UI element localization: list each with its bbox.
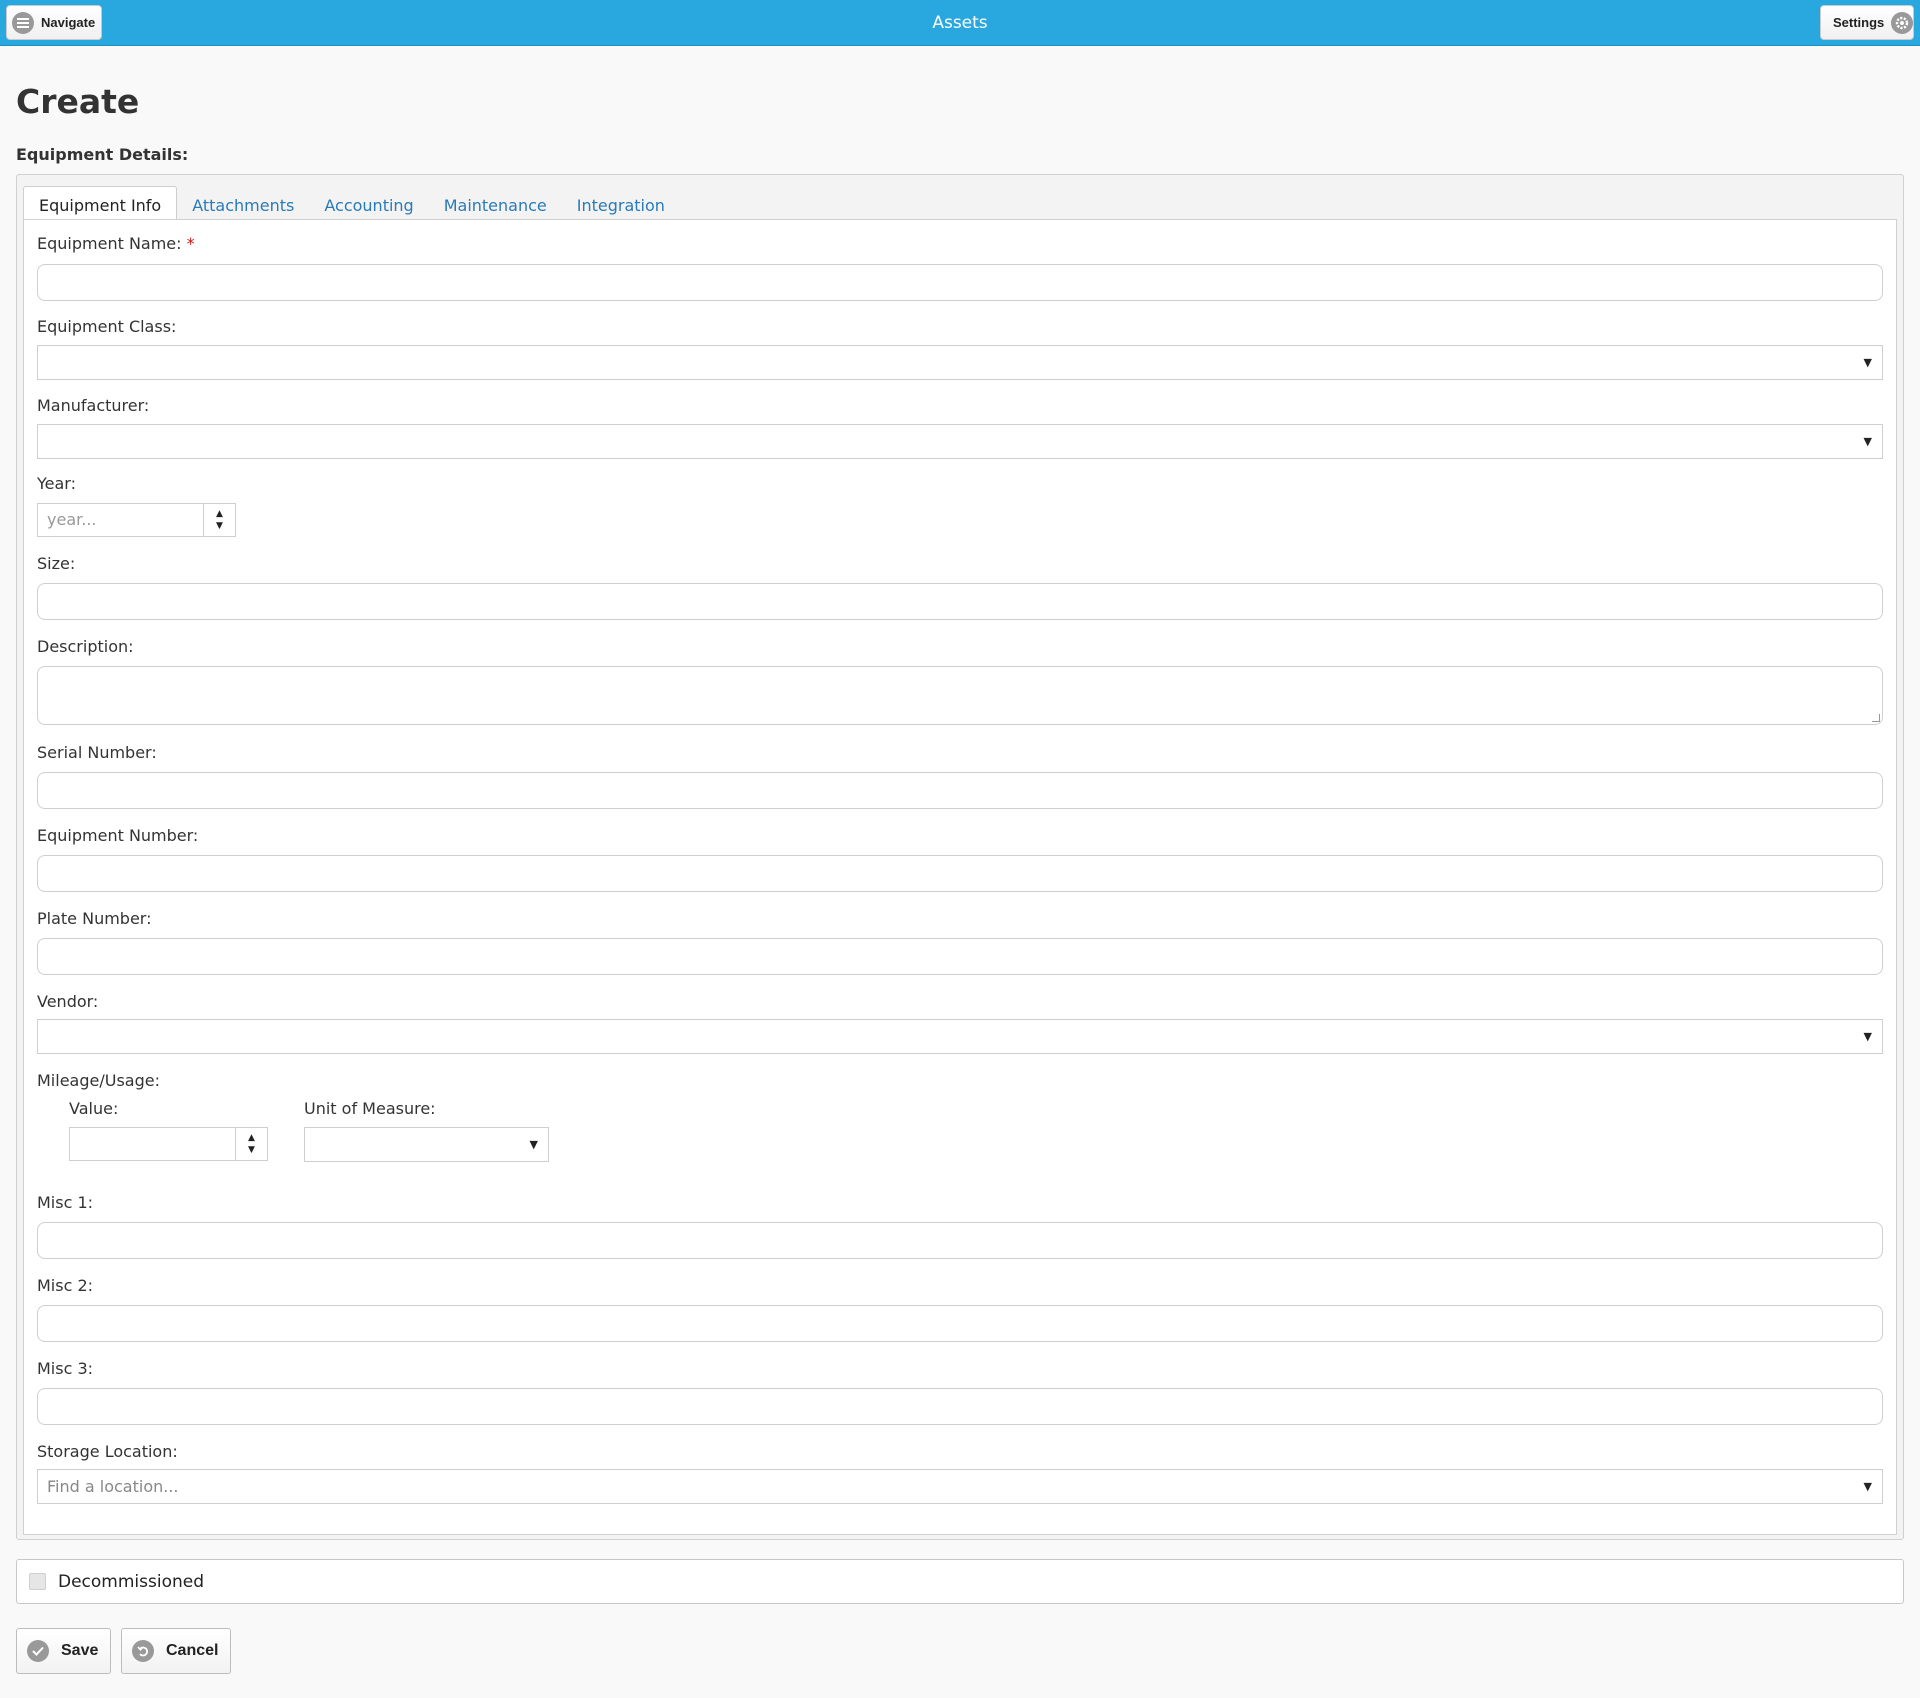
chevron-down-icon: ▼	[529, 1138, 538, 1151]
undo-icon	[132, 1640, 154, 1662]
misc2-input[interactable]	[37, 1305, 1883, 1342]
year-label: Year:	[37, 474, 76, 493]
save-label: Save	[61, 1642, 99, 1659]
decommissioned-row[interactable]: Decommissioned	[16, 1559, 1904, 1604]
serial-number-label: Serial Number:	[37, 743, 157, 762]
save-button[interactable]: Save	[16, 1628, 111, 1674]
year-stepper[interactable]: ▲ ▼	[203, 504, 235, 536]
storage-location-placeholder: Find a location...	[47, 1477, 179, 1496]
menu-icon	[12, 11, 34, 34]
equipment-class-label: Equipment Class:	[37, 317, 177, 336]
app-header: Assets Navigate Settings	[0, 0, 1920, 46]
settings-button[interactable]: Settings	[1820, 5, 1914, 40]
equipment-class-select[interactable]: ▼	[37, 345, 1883, 380]
equipment-name-label-text: Equipment Name:	[37, 234, 182, 253]
mileage-value-label: Value:	[69, 1099, 119, 1118]
decommissioned-label: Decommissioned	[58, 1571, 205, 1592]
chevron-down-icon: ▼	[1863, 1480, 1872, 1493]
size-label: Size:	[37, 554, 76, 573]
cancel-label: Cancel	[166, 1642, 219, 1659]
storage-location-select[interactable]: Find a location... ▼	[37, 1469, 1883, 1504]
required-marker: *	[186, 234, 195, 253]
manufacturer-select[interactable]: ▼	[37, 424, 1883, 459]
misc1-input[interactable]	[37, 1222, 1883, 1259]
storage-location-label: Storage Location:	[37, 1442, 178, 1461]
settings-label: Settings	[1833, 15, 1885, 30]
misc1-label: Misc 1:	[37, 1193, 94, 1212]
cancel-button[interactable]: Cancel	[121, 1628, 231, 1674]
equipment-number-label: Equipment Number:	[37, 826, 199, 845]
mileage-value-input[interactable]: ▲ ▼	[69, 1127, 268, 1161]
chevron-down-icon: ▼	[1863, 1030, 1872, 1043]
equipment-name-input[interactable]	[37, 264, 1883, 301]
down-arrow-icon[interactable]: ▼	[216, 520, 223, 532]
unit-of-measure-select[interactable]: ▼	[304, 1127, 549, 1162]
description-label: Description:	[37, 637, 134, 656]
size-input[interactable]	[37, 583, 1883, 620]
vendor-label: Vendor:	[37, 992, 99, 1011]
page-title: Create	[16, 82, 140, 121]
chevron-down-icon: ▼	[1863, 356, 1872, 369]
year-input[interactable]: year... ▲ ▼	[37, 503, 236, 537]
decommissioned-checkbox[interactable]	[29, 1573, 46, 1590]
mileage-usage-label: Mileage/Usage:	[37, 1071, 160, 1090]
navigate-button[interactable]: Navigate	[6, 5, 102, 40]
app-title: Assets	[932, 13, 988, 33]
check-icon	[27, 1640, 49, 1662]
up-arrow-icon[interactable]: ▲	[248, 1132, 255, 1144]
misc2-label: Misc 2:	[37, 1276, 94, 1295]
up-arrow-icon[interactable]: ▲	[216, 508, 223, 520]
year-placeholder: year...	[47, 510, 97, 529]
description-textarea[interactable]	[37, 666, 1883, 725]
down-arrow-icon[interactable]: ▼	[248, 1144, 255, 1156]
plate-number-label: Plate Number:	[37, 909, 152, 928]
resize-handle-icon[interactable]	[1872, 714, 1880, 722]
plate-number-input[interactable]	[37, 938, 1883, 975]
section-label: Equipment Details:	[16, 145, 189, 164]
vendor-select[interactable]: ▼	[37, 1019, 1883, 1054]
equipment-number-input[interactable]	[37, 855, 1883, 892]
mileage-value-stepper[interactable]: ▲ ▼	[235, 1128, 267, 1160]
misc3-label: Misc 3:	[37, 1359, 94, 1378]
manufacturer-label: Manufacturer:	[37, 396, 150, 415]
serial-number-input[interactable]	[37, 772, 1883, 809]
navigate-label: Navigate	[41, 15, 96, 30]
misc3-input[interactable]	[37, 1388, 1883, 1425]
equipment-name-label: Equipment Name: *	[37, 234, 195, 253]
gear-icon	[1891, 11, 1914, 34]
chevron-down-icon: ▼	[1863, 435, 1872, 448]
unit-of-measure-label: Unit of Measure:	[304, 1099, 436, 1118]
